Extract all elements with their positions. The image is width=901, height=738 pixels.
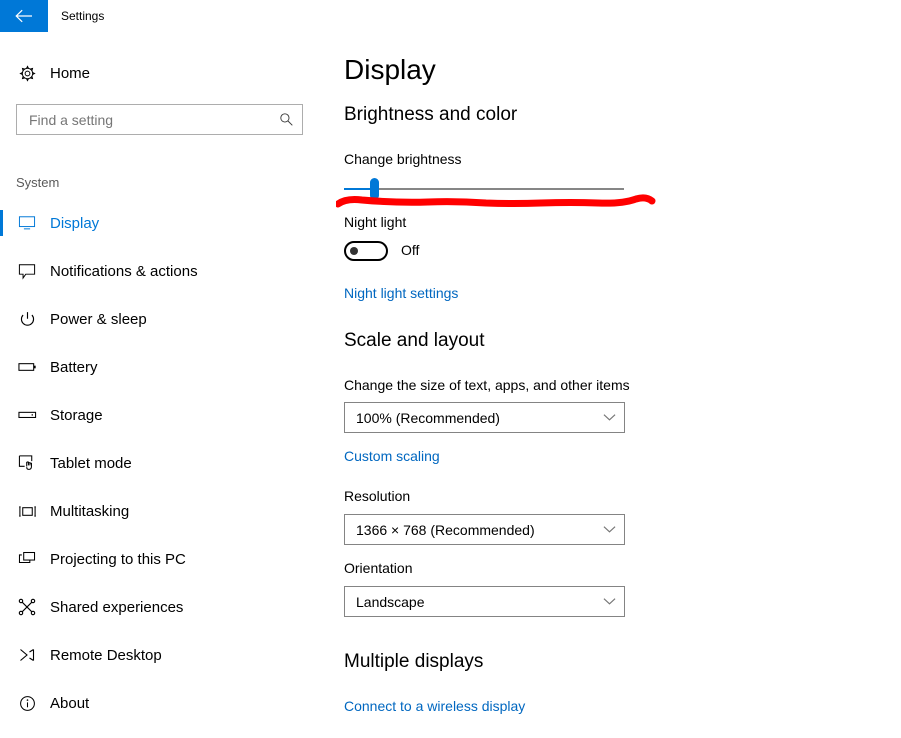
sidebar-item-about-label: About [50,694,90,712]
sidebar-item-about[interactable]: About [0,690,320,716]
search-box[interactable] [16,104,303,135]
sidebar-nav-list: Display Notifications & actions Power & … [0,210,320,738]
drive-icon [16,404,38,426]
section-heading-scale: Scale and layout [344,330,485,351]
chevron-down-icon [594,587,624,616]
multitask-window-icon [16,500,38,522]
sidebar-item-power-sleep-label: Power & sleep [50,310,147,328]
chevron-down-icon [594,515,624,544]
orientation-dropdown-value: Landscape [356,593,425,610]
project-screen-icon [16,548,38,570]
sidebar-item-battery[interactable]: Battery [0,354,320,380]
change-brightness-label: Change brightness [344,151,462,167]
page-title: Display [344,54,436,85]
sidebar-item-multitasking[interactable]: Multitasking [0,498,320,524]
title-bar: Settings [0,0,901,32]
main-content: Display Brightness and color Change brig… [336,32,901,725]
window-title: Settings [61,9,105,23]
sidebar-item-storage-label: Storage [50,406,103,424]
resolution-label: Resolution [344,488,411,504]
sidebar-item-storage[interactable]: Storage [0,402,320,428]
sidebar-item-power-sleep[interactable]: Power & sleep [0,306,320,332]
sidebar-item-projecting[interactable]: Projecting to this PC [0,546,320,572]
sidebar-item-display-label: Display [50,214,100,232]
battery-icon [16,356,38,378]
info-circle-icon [16,692,38,714]
search-icon[interactable] [270,105,302,134]
night-light-settings-link[interactable]: Night light settings [344,285,458,301]
slider-track [344,188,624,190]
custom-scaling-link[interactable]: Custom scaling [344,448,440,464]
share-nodes-icon [16,596,38,618]
power-icon [16,308,38,330]
sidebar-group-label: System [16,175,60,190]
scale-size-label: Change the size of text, apps, and other… [344,377,630,393]
sidebar-item-tablet-mode-label: Tablet mode [50,454,132,472]
sidebar-item-remote-desktop-label: Remote Desktop [50,646,162,664]
back-button[interactable] [0,0,48,32]
orientation-dropdown[interactable]: Landscape [344,586,625,617]
sidebar-item-home-label: Home [50,64,91,82]
gear-icon [16,62,38,84]
remote-desktop-icon [16,644,38,666]
chevron-down-icon [594,403,624,432]
scale-dropdown-value: 100% (Recommended) [356,409,500,426]
sidebar: Home System Dis [0,32,320,725]
sidebar-item-notifications-label: Notifications & actions [50,262,198,280]
sidebar-item-remote-desktop[interactable]: Remote Desktop [0,642,320,668]
scale-dropdown[interactable]: 100% (Recommended) [344,402,625,433]
sidebar-item-notifications[interactable]: Notifications & actions [0,258,320,284]
sidebar-item-projecting-label: Projecting to this PC [50,550,186,568]
slider-thumb[interactable] [370,178,379,200]
resolution-dropdown-value: 1366 × 768 (Recommended) [356,521,535,538]
speech-bubble-icon [16,260,38,282]
search-input[interactable] [17,105,270,134]
sidebar-item-shared-experiences[interactable]: Shared experiences [0,594,320,620]
back-arrow-icon [15,9,33,23]
tablet-touch-icon [16,452,38,474]
night-light-state-label: Off [401,242,420,258]
sidebar-item-tablet-mode[interactable]: Tablet mode [0,450,320,476]
resolution-dropdown[interactable]: 1366 × 768 (Recommended) [344,514,625,545]
night-light-label: Night light [344,214,407,230]
connect-wireless-display-link[interactable]: Connect to a wireless display [344,698,525,714]
sidebar-item-battery-label: Battery [50,358,98,376]
sidebar-item-multitasking-label: Multitasking [50,502,130,520]
night-light-toggle[interactable] [344,241,388,261]
sidebar-item-shared-experiences-label: Shared experiences [50,598,184,616]
sidebar-item-display[interactable]: Display [0,210,320,236]
section-heading-multiple-displays: Multiple displays [344,651,484,672]
selection-indicator [0,210,3,236]
monitor-icon [16,212,38,234]
orientation-label: Orientation [344,560,413,576]
section-heading-brightness: Brightness and color [344,104,518,125]
toggle-knob [350,247,358,255]
sidebar-item-home[interactable]: Home [16,60,90,86]
brightness-slider[interactable] [344,178,624,200]
